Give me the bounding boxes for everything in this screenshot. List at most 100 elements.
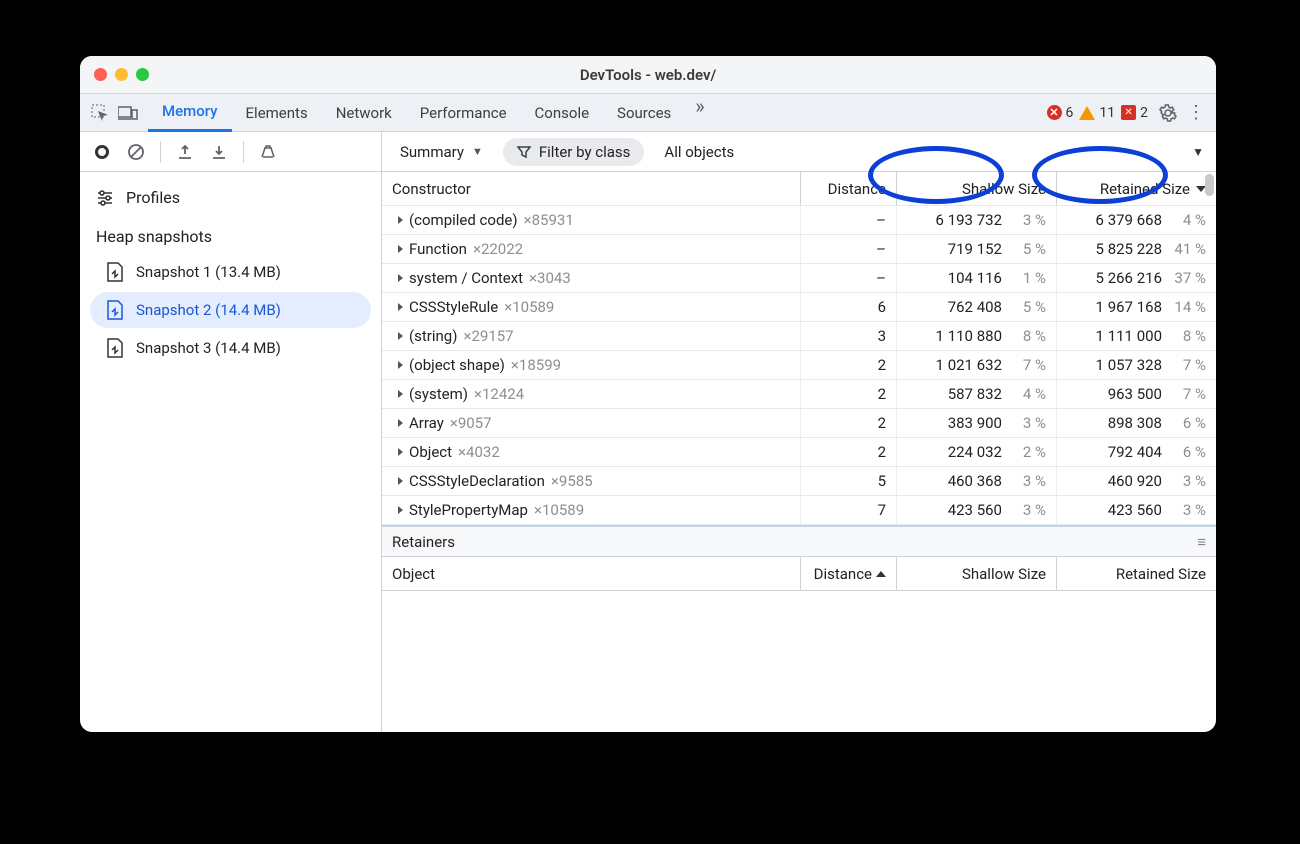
retained-size-pct: 6 % — [1172, 443, 1206, 461]
instance-count: ×12424 — [474, 385, 524, 403]
retainers-col-distance[interactable]: Distance — [800, 557, 896, 590]
table-row[interactable]: Function ×22022–719 1525 %5 825 22841 % — [382, 235, 1216, 264]
instance-count: ×22022 — [473, 240, 523, 258]
table-row[interactable]: (object shape) ×1859921 021 6327 %1 057 … — [382, 351, 1216, 380]
expand-icon[interactable] — [398, 390, 403, 398]
expand-icon[interactable] — [398, 216, 403, 224]
shallow-size-pct: 3 % — [1012, 501, 1046, 519]
inspect-element-icon[interactable] — [86, 99, 114, 127]
distance-value: 5 — [800, 467, 896, 495]
retainers-col-shallow[interactable]: Shallow Size — [896, 557, 1056, 590]
table-row[interactable]: system / Context ×3043–104 1161 %5 266 2… — [382, 264, 1216, 293]
tab-sources[interactable]: Sources — [603, 94, 685, 132]
instance-count: ×4032 — [458, 443, 500, 461]
snapshot-item[interactable]: Snapshot 1 (13.4 MB) — [90, 254, 371, 290]
retained-size-pct: 41 % — [1172, 240, 1206, 258]
snapshot-file-icon — [106, 338, 124, 358]
table-row[interactable]: CSSStyleRule ×105896762 4085 %1 967 1681… — [382, 293, 1216, 322]
expand-icon[interactable] — [398, 332, 403, 340]
retained-size-value: 5 266 216 — [1096, 269, 1162, 287]
collect-garbage-icon[interactable] — [254, 138, 282, 166]
sort-asc-icon — [876, 571, 886, 577]
col-shallow-size[interactable]: Shallow Size — [896, 172, 1056, 205]
table-row[interactable]: Object ×40322224 0322 %792 4046 % — [382, 438, 1216, 467]
distance-value: – — [800, 264, 896, 292]
filter-icon — [517, 145, 531, 159]
kebab-menu-icon[interactable]: ⋮ — [1182, 99, 1210, 127]
tab-network[interactable]: Network — [322, 94, 406, 132]
shallow-size-value: 719 152 — [948, 240, 1002, 258]
snapshot-item-active[interactable]: Snapshot 2 (14.4 MB) — [90, 292, 371, 328]
device-toolbar-icon[interactable] — [114, 99, 142, 127]
table-row[interactable]: StylePropertyMap ×105897423 5603 %423 56… — [382, 496, 1216, 525]
retained-size-pct: 7 % — [1172, 356, 1206, 374]
retained-size-value: 423 560 — [1108, 501, 1162, 519]
distance-value: 3 — [800, 322, 896, 350]
constructor-name: system / Context — [409, 269, 523, 287]
snapshot-file-icon — [106, 262, 124, 282]
chevron-down-icon[interactable]: ▼ — [1192, 145, 1204, 159]
retainers-col-retained[interactable]: Retained Size — [1056, 557, 1216, 590]
expand-icon[interactable] — [398, 448, 403, 456]
object-scope-label: All objects — [664, 143, 734, 161]
snapshot-file-icon — [106, 300, 124, 320]
table-row[interactable]: CSSStyleDeclaration ×95855460 3683 %460 … — [382, 467, 1216, 496]
warning-icon — [1079, 106, 1095, 120]
tab-performance[interactable]: Performance — [406, 94, 521, 132]
error-count: 6 — [1066, 105, 1074, 121]
tab-console[interactable]: Console — [521, 94, 604, 132]
col-constructor[interactable]: Constructor — [382, 172, 800, 205]
retained-size-value: 1 057 328 — [1096, 356, 1162, 374]
table-row[interactable]: Array ×90572383 9003 %898 3086 % — [382, 409, 1216, 438]
clear-button[interactable] — [122, 138, 150, 166]
table-row[interactable]: (string) ×2915731 110 8808 %1 111 0008 % — [382, 322, 1216, 351]
expand-icon[interactable] — [398, 303, 403, 311]
close-window-button[interactable] — [94, 68, 107, 81]
table-body: (compiled code) ×85931–6 193 7323 %6 379… — [382, 206, 1216, 525]
shallow-size-value: 6 193 732 — [936, 211, 1002, 229]
profiles-heading[interactable]: Profiles — [80, 178, 381, 217]
expand-icon[interactable] — [398, 419, 403, 427]
expand-icon[interactable] — [398, 477, 403, 485]
table-row[interactable]: (system) ×124242587 8324 %963 5007 % — [382, 380, 1216, 409]
issues-counter[interactable]: ✕6 11 ✕2 — [1047, 105, 1149, 121]
class-filter[interactable]: Filter by class — [503, 138, 645, 166]
more-tabs-icon[interactable]: » — [685, 94, 714, 132]
settings-icon[interactable] — [1154, 99, 1182, 127]
tab-memory[interactable]: Memory — [148, 94, 232, 132]
record-button[interactable] — [88, 138, 116, 166]
minimize-window-button[interactable] — [115, 68, 128, 81]
shallow-size-pct: 5 % — [1012, 298, 1046, 316]
profiles-sidebar: Profiles Heap snapshots Snapshot 1 (13.4… — [80, 172, 382, 732]
issue-icon: ✕ — [1121, 105, 1136, 120]
col-retained-size[interactable]: Retained Size — [1056, 172, 1216, 205]
constructor-name: (system) — [409, 385, 468, 403]
window-controls — [80, 68, 149, 81]
shallow-size-pct: 5 % — [1012, 240, 1046, 258]
object-scope-select[interactable]: All objects — [656, 139, 742, 165]
tab-elements[interactable]: Elements — [232, 94, 322, 132]
scrollbar[interactable] — [1205, 174, 1214, 530]
snapshot-item[interactable]: Snapshot 3 (14.4 MB) — [90, 330, 371, 366]
view-select-label: Summary — [400, 143, 464, 161]
distance-value: 2 — [800, 438, 896, 466]
retained-size-value: 898 308 — [1108, 414, 1162, 432]
scrollbar-thumb[interactable] — [1205, 174, 1214, 196]
expand-icon[interactable] — [398, 361, 403, 369]
shallow-size-value: 383 900 — [948, 414, 1002, 432]
expand-icon[interactable] — [398, 506, 403, 514]
retainers-col-object[interactable]: Object — [382, 557, 800, 590]
hamburger-icon[interactable]: ≡ — [1197, 533, 1206, 551]
col-distance[interactable]: Distance — [800, 172, 896, 205]
heap-snapshots-heading: Heap snapshots — [80, 217, 381, 252]
view-select[interactable]: Summary ▼ — [392, 139, 491, 165]
table-row[interactable]: (compiled code) ×85931–6 193 7323 %6 379… — [382, 206, 1216, 235]
upload-icon[interactable] — [171, 138, 199, 166]
shallow-size-pct: 8 % — [1012, 327, 1046, 345]
expand-icon[interactable] — [398, 274, 403, 282]
retained-size-value: 6 379 668 — [1096, 211, 1162, 229]
download-icon[interactable] — [205, 138, 233, 166]
retained-size-value: 792 404 — [1108, 443, 1162, 461]
maximize-window-button[interactable] — [136, 68, 149, 81]
expand-icon[interactable] — [398, 245, 403, 253]
